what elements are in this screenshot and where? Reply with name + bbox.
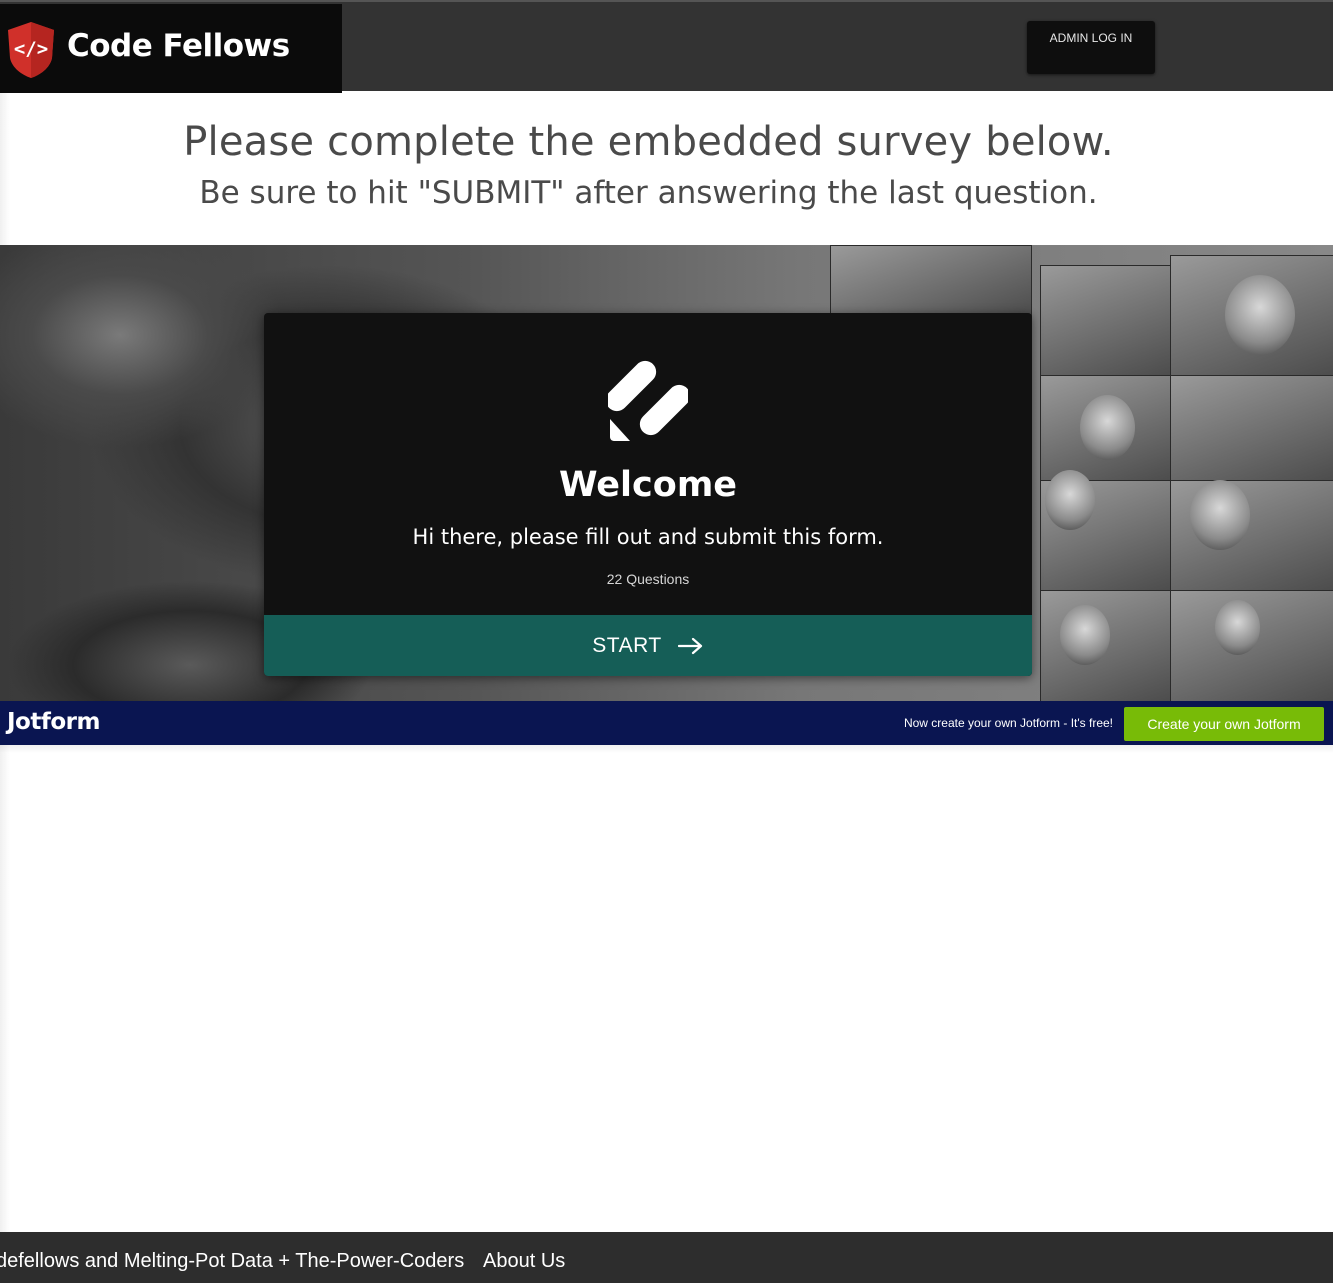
footer-credit: defellows and Melting-Pot Data + The-Pow… bbox=[0, 1250, 465, 1272]
svg-text:</>: </> bbox=[14, 38, 48, 60]
top-navbar: </> Code Fellows ADMIN LOG IN bbox=[0, 0, 1333, 93]
welcome-title: Welcome bbox=[558, 465, 738, 505]
participant-face bbox=[1080, 395, 1135, 460]
participant-face bbox=[1190, 480, 1250, 550]
video-tile bbox=[1170, 375, 1333, 482]
video-tile bbox=[830, 245, 1032, 317]
start-label: START bbox=[592, 633, 662, 657]
code-shield-icon: </> bbox=[6, 20, 56, 85]
question-count: 22 Questions bbox=[606, 571, 690, 587]
admin-login-button[interactable]: ADMIN LOG IN bbox=[1027, 21, 1155, 74]
intro-subheading: Be sure to hit "SUBMIT" after answering … bbox=[199, 175, 1098, 211]
bar-shadow bbox=[0, 745, 1333, 753]
video-tile bbox=[1040, 265, 1172, 377]
jotform-promo-text: Now create your own Jotform - It's free! bbox=[903, 716, 1113, 730]
participant-face bbox=[1060, 605, 1110, 665]
intro-heading: Please complete the embedded survey belo… bbox=[183, 119, 1114, 165]
jotform-logo-icon bbox=[605, 359, 691, 452]
participant-face bbox=[1225, 275, 1295, 355]
intro-section: Please complete the embedded survey belo… bbox=[0, 91, 1333, 245]
participant-face bbox=[1215, 600, 1260, 655]
start-button[interactable]: START bbox=[264, 615, 1032, 676]
welcome-description: Hi there, please fill out and submit thi… bbox=[412, 525, 884, 549]
participant-face bbox=[1045, 470, 1095, 530]
create-jotform-button[interactable]: Create your own Jotform bbox=[1124, 707, 1324, 741]
footer: defellows and Melting-Pot Data + The-Pow… bbox=[0, 1232, 1333, 1283]
brand-name: Code Fellows bbox=[67, 28, 290, 64]
jotform-branding-bar: Jotform Now create your own Jotform - It… bbox=[0, 701, 1333, 745]
jotform-welcome-card: Welcome Hi there, please fill out and su… bbox=[264, 313, 1032, 676]
jotform-wordmark[interactable]: Jotform bbox=[7, 709, 100, 735]
brand[interactable]: </> Code Fellows bbox=[0, 4, 342, 93]
arrow-right-icon bbox=[677, 637, 704, 655]
about-us-link[interactable]: About Us bbox=[483, 1250, 565, 1273]
